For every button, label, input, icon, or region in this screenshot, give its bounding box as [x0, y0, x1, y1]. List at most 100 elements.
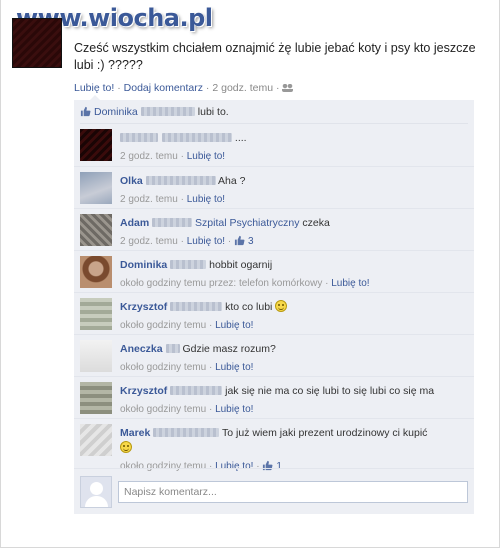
commenter-name[interactable]: Krzysztof: [120, 385, 167, 397]
comment-meta: około godziny temu · Lubię to!: [120, 318, 468, 333]
comment-time: około godziny temu: [120, 362, 207, 373]
write-comment-row: [74, 468, 474, 514]
comment-time: 2 godz. temu: [120, 151, 178, 162]
comment-body: Olka Aha ? 2 godz. temu · Lubię to!: [120, 174, 468, 207]
comment-text: kto co lubi: [225, 301, 273, 313]
thumbs-up-icon: [234, 235, 245, 246]
commenter-avatar[interactable]: [80, 214, 112, 246]
post-time: 2 godz. temu: [212, 82, 274, 94]
comment-time: około godziny temu: [120, 404, 207, 415]
comment-meta: 2 godz. temu · Lubię to! · 3: [120, 235, 254, 247]
commenter-name[interactable]: Dominika: [120, 259, 167, 271]
comment-item: Aneczka Gdzie masz rozum? około godziny …: [74, 334, 474, 376]
likes-suffix: lubi to.: [197, 106, 229, 118]
comment-text: Aha ?: [218, 175, 246, 187]
comment-like-link[interactable]: Lubię to!: [215, 320, 253, 331]
default-avatar-icon: [80, 476, 112, 508]
smiley-icon: [275, 300, 288, 312]
commenter-avatar[interactable]: [80, 172, 112, 204]
commenter-avatar[interactable]: [80, 256, 112, 288]
redacted-surname: [153, 428, 220, 437]
comment-meta: około godziny temu · Lubię to!: [120, 402, 468, 417]
comment-input[interactable]: [118, 481, 468, 503]
comment-body: Aneczka Gdzie masz rozum? około godziny …: [120, 342, 468, 375]
comment-meta: 2 godz. temu · Lubię to!: [120, 149, 468, 164]
comment-item: Olka Aha ? 2 godz. temu · Lubię to!: [74, 166, 474, 208]
comment-like-link[interactable]: Lubię to!: [331, 278, 369, 289]
redacted-name: [162, 133, 232, 142]
liker-name[interactable]: Dominika: [94, 106, 138, 118]
comment-text: jak się nie ma co się lubi to się lubi c…: [225, 385, 435, 397]
commenter-avatar[interactable]: [80, 382, 112, 414]
comment-item: Adam Szpital Psychiatryczny czeka 2 godz…: [74, 208, 474, 250]
comment-item: .... 2 godz. temu · Lubię to!: [74, 124, 474, 166]
comment-like-count[interactable]: 3: [248, 236, 254, 247]
smiley-icon: [120, 441, 132, 453]
redacted-name: [120, 133, 158, 142]
comment-item: Krzysztof kto co lubi około godziny temu…: [74, 292, 474, 334]
people-icon: [282, 84, 294, 92]
comment-text: czeka: [302, 217, 330, 229]
commenter-name[interactable]: Aneczka: [120, 343, 163, 355]
comment-body: Adam Szpital Psychiatryczny czeka 2 godz…: [120, 216, 468, 249]
comment-text: hobbit ogarnij: [209, 259, 273, 271]
comment-text: To już wiem jaki prezent urodzinowy ci k…: [222, 427, 428, 439]
comment-body: Krzysztof jak się nie ma co się lubi to …: [120, 384, 468, 417]
post-actions-sep: ·: [203, 82, 213, 94]
commenter-avatar[interactable]: [80, 298, 112, 330]
comment-item: Krzysztof jak się nie ma co się lubi to …: [74, 376, 474, 418]
comment-body: Marek To już wiem jaki prezent urodzinow…: [120, 426, 468, 474]
comment-time: około godziny temu: [120, 320, 207, 331]
comment-like-link[interactable]: Lubię to!: [215, 362, 253, 373]
comment-like-link[interactable]: Lubię to!: [215, 404, 253, 415]
redacted-surname: [145, 176, 216, 185]
comment-text: Gdzie masz rozum?: [182, 343, 276, 355]
comment-meta-sep: ·: [206, 362, 216, 373]
post-actions-sep: ·: [114, 82, 124, 94]
comment-body: .... 2 godz. temu · Lubię to!: [120, 131, 468, 164]
comment-like-link[interactable]: Lubię to!: [187, 194, 225, 205]
comments-panel: Dominika lubi to. .... 2 godz. temu · Lub…: [74, 95, 474, 514]
commenter-avatar[interactable]: [80, 129, 112, 161]
thumbs-up-icon: [80, 106, 91, 117]
redacted-surname: [170, 386, 223, 395]
comment-meta-sep: ·: [206, 320, 216, 331]
comment-time: 2 godz. temu: [120, 194, 178, 205]
redacted-surname: [165, 344, 180, 353]
comment-like-link[interactable]: Lubię to!: [187, 151, 225, 162]
likes-summary: Dominika lubi to.: [80, 104, 468, 124]
comment-meta: około godziny temu przez: telefon komórk…: [120, 276, 468, 291]
redacted-surname: [170, 260, 207, 269]
commenter-name[interactable]: Krzysztof: [120, 301, 167, 313]
comment-meta-sep: ·: [177, 151, 187, 162]
commenter-name[interactable]: Olka: [120, 175, 143, 187]
post-comment-link[interactable]: Dodaj komentarz: [124, 82, 203, 94]
post-text: Cześć wszystkim chciałem oznajmić żę lub…: [74, 41, 476, 72]
post-actions-sep: ·: [273, 82, 283, 94]
comment-meta: 2 godz. temu · Lubię to!: [120, 192, 468, 207]
comment-meta: około godziny temu · Lubię to!: [120, 360, 468, 375]
comment-time: 2 godz. temu: [120, 236, 178, 247]
comment-time: około godziny temu przez: telefon komórk…: [120, 278, 323, 289]
commenter-avatar[interactable]: [80, 340, 112, 372]
redacted-surname: [152, 218, 193, 227]
commenter-name[interactable]: Adam: [120, 217, 149, 229]
comment-meta-sep: ·: [322, 278, 332, 289]
redacted-surname: [140, 107, 195, 116]
post-actions: Lubię to! · Dodaj komentarz · 2 godz. te…: [74, 82, 294, 94]
comment-meta-sep: ·: [206, 404, 216, 415]
comment-item: Dominika hobbit ogarnij około godziny te…: [74, 250, 474, 292]
post-author-avatar[interactable]: [12, 18, 62, 68]
redacted-surname: [170, 302, 223, 311]
comment-body: Dominika hobbit ogarnij około godziny te…: [120, 258, 468, 291]
mentioned-page-link[interactable]: Szpital Psychiatryczny: [195, 217, 299, 229]
comment-body: Krzysztof kto co lubi około godziny temu…: [120, 300, 468, 333]
post-like-link[interactable]: Lubię to!: [74, 82, 114, 94]
comment-like-link[interactable]: Lubię to!: [187, 236, 225, 247]
comment-meta-sep: ·: [177, 194, 187, 205]
comment-meta-sep: ·: [177, 236, 187, 247]
commenter-avatar[interactable]: [80, 424, 112, 456]
commenter-name[interactable]: Marek: [120, 427, 150, 439]
comment-text: ....: [234, 132, 247, 144]
comment-item: Marek To już wiem jaki prezent urodzinow…: [74, 418, 474, 472]
